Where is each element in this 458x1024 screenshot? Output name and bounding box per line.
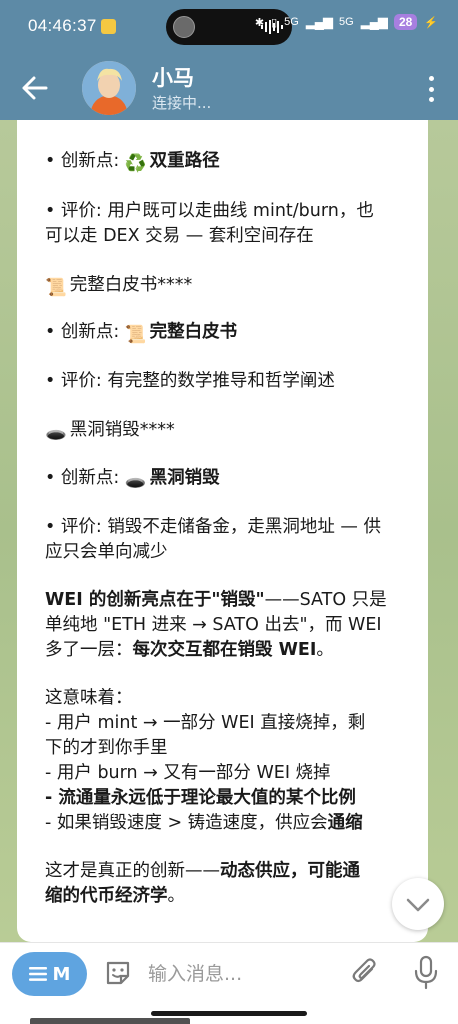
next-content-sliver (30, 1018, 190, 1024)
signal-icon-1: ▂▄▆ (305, 14, 333, 29)
scroll-icon: 📜 (45, 278, 67, 298)
signal-icon-2: ▂▄▆ (360, 14, 388, 29)
message-line: 可以走 DEX 交易 — 套利空间存在 (45, 226, 314, 246)
more-options-icon[interactable] (424, 76, 438, 102)
chat-title: 小马 (152, 66, 194, 90)
hamburger-icon (28, 967, 47, 981)
network-label-2: 5G (339, 16, 354, 28)
message-line: 这才是真正的创新——动态供应，可能通 (45, 861, 360, 881)
message-line: • 创新点: 📜 完整白皮书 (45, 322, 238, 345)
message-input[interactable] (148, 955, 328, 993)
message-line: - 流通量永远低于理论最大值的某个比例 (45, 788, 356, 808)
message-line: 📜 完整白皮书**** (45, 275, 193, 298)
message-line: 下的才到你手里 (45, 738, 168, 758)
message-line: - 用户 mint → 一部分 WEI 直接烧掉，剩 (45, 713, 366, 733)
message-line: • 创新点: ♻️ 双重路径 (45, 151, 220, 174)
home-bar-area (0, 1004, 458, 1024)
bluetooth-icon: ✱ (254, 16, 265, 29)
message-line: WEI 的创新亮点在于"销毁"——SATO 只是 (45, 590, 387, 610)
vibrate-icon: ▯ (271, 16, 278, 29)
chat-status: 连接中... (152, 94, 212, 112)
chevron-down-icon (406, 898, 430, 912)
message-line: • 评价: 销毁不走储备金，走黑洞地址 — 供 (45, 517, 381, 537)
chat-background: • 创新点: ♻️ 双重路径 • 评价: 用户既可以走曲线 mint/burn，也… (0, 120, 458, 942)
network-label-1: 5G (284, 16, 299, 28)
message-line: 单纯地 "ETH 进来 → SATO 出去"，而 WEI (45, 615, 382, 635)
message-line: • 评价: 有完整的数学推导和哲学阐述 (45, 371, 335, 391)
sticker-icon[interactable] (103, 958, 133, 988)
message-line: 多了一层：每次交互都在销毁 WEI。 (45, 640, 334, 660)
hole-icon: 🕳️ (45, 423, 67, 443)
island-avatar-icon (173, 16, 195, 38)
home-indicator[interactable] (151, 1011, 307, 1016)
message-line: 应只会单向减少 (45, 542, 168, 562)
attach-icon[interactable] (350, 957, 380, 989)
hole-icon: 🕳️ (124, 471, 147, 491)
message-line: • 评价: 用户既可以走曲线 mint/burn，也 (45, 201, 374, 221)
status-time: 04:46:37 (28, 16, 97, 35)
battery-indicator: 28 (393, 14, 418, 30)
notification-icon (101, 19, 116, 34)
message-line: 这意味着： (45, 688, 133, 708)
message-line: - 如果销毁速度 > 铸造速度，供应会通缩 (45, 813, 363, 833)
charging-icon: ⚡ (424, 16, 438, 29)
message-line: 🕳️ 黑洞销毁**** (45, 420, 175, 443)
back-arrow-icon[interactable] (20, 74, 50, 102)
message-line: • 创新点: 🕳️ 黑洞销毁 (45, 468, 220, 491)
bot-menu-label: M (52, 963, 71, 985)
message-line: - 用户 burn → 又有一部分 WEI 烧掉 (45, 763, 331, 783)
recycle-icon: ♻️ (124, 154, 147, 174)
scroll-down-button[interactable] (392, 878, 444, 930)
microphone-icon[interactable] (413, 955, 439, 991)
message-input-bar: M (0, 942, 458, 1004)
status-right: ✱ ▯ 5G ▂▄▆ 5G ▂▄▆ 28 ⚡ (255, 14, 438, 30)
message-line: 缩的代币经济学。 (45, 886, 185, 906)
status-bar: 04:46:37 ✱ ▯ 5G ▂▄▆ 5G ▂▄▆ 28 ⚡ (0, 0, 458, 56)
message-bubble[interactable]: • 创新点: ♻️ 双重路径 • 评价: 用户既可以走曲线 mint/burn，也… (17, 120, 428, 942)
scroll-icon: 📜 (124, 325, 147, 345)
bot-menu-button[interactable]: M (12, 952, 87, 996)
contact-avatar[interactable] (82, 61, 136, 115)
chat-header: 小马 连接中... (0, 56, 458, 120)
